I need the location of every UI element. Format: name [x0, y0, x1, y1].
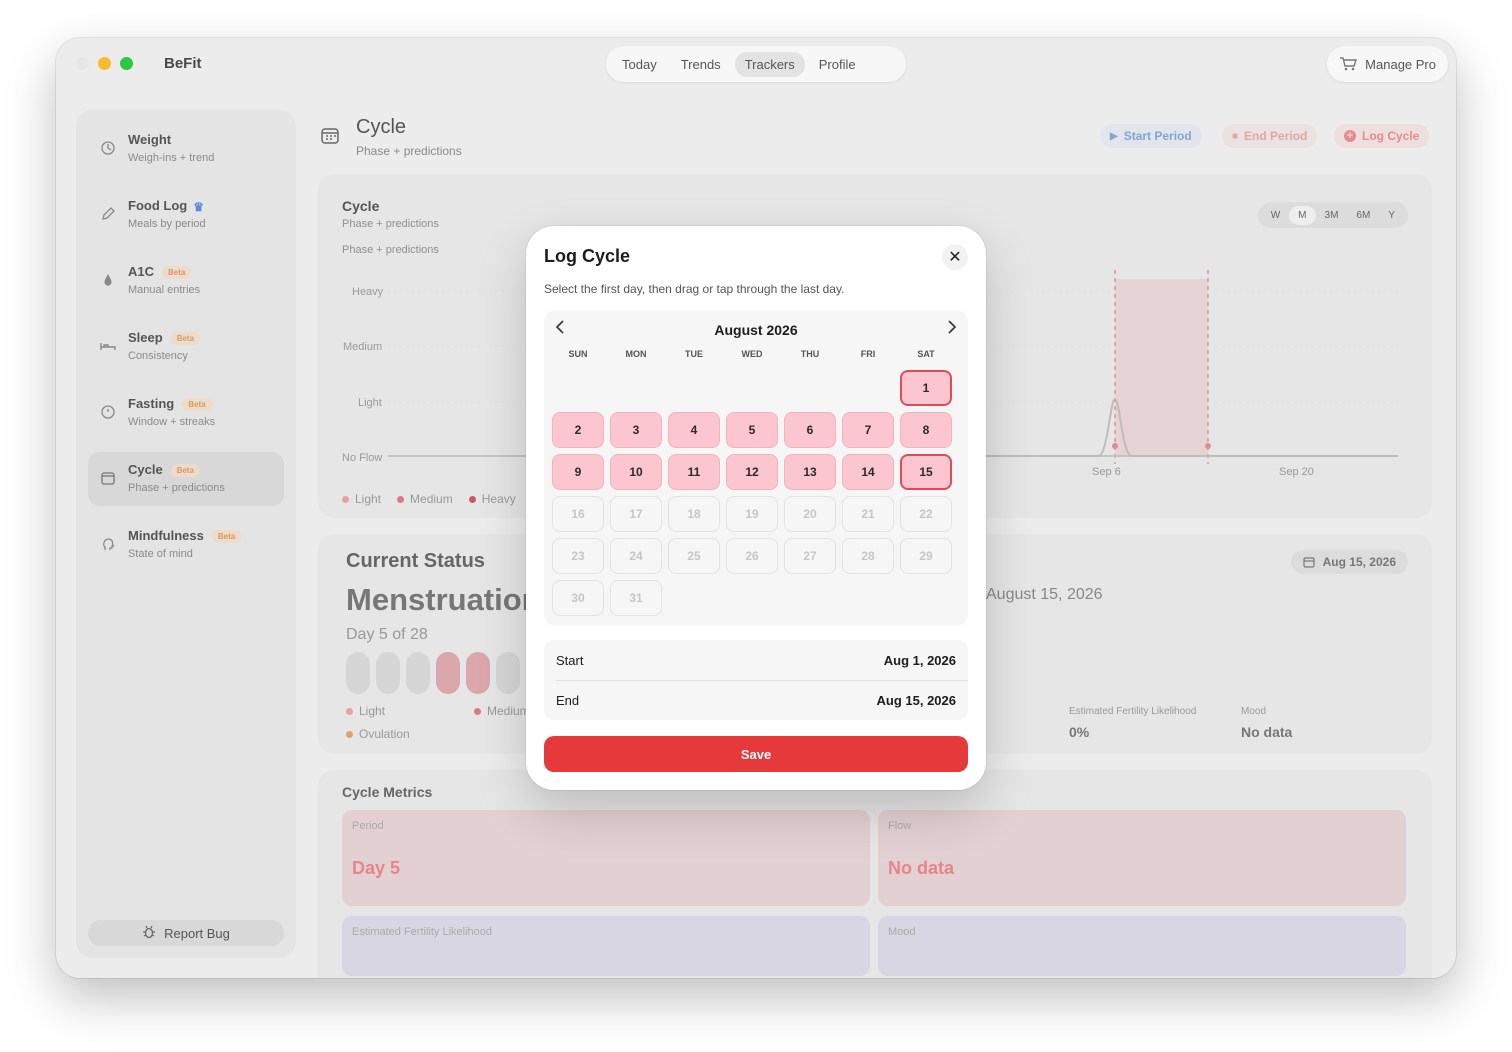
calendar-day[interactable]: 29 [900, 538, 952, 574]
calendar-day[interactable]: 15 [900, 454, 952, 490]
calendar-day[interactable]: 31 [610, 580, 662, 616]
calendar-day[interactable]: 11 [668, 454, 720, 490]
calendar-day[interactable]: 28 [842, 538, 894, 574]
calendar-day[interactable]: 22 [900, 496, 952, 532]
close-dialog-button[interactable]: ✕ [942, 244, 968, 270]
calendar: August 2026 SUN MON TUE WED THU FRI SAT 123456… [544, 310, 968, 626]
selected-range: Start Aug 1, 2026 End Aug 15, 2026 [544, 640, 968, 720]
chevron-right-icon [948, 320, 957, 334]
range-start-value: Aug 1, 2026 [883, 652, 956, 668]
calendar-day[interactable]: 3 [610, 412, 662, 448]
dialog-instructions: Select the first day, then drag or tap t… [544, 282, 845, 296]
weekday-label: MON [625, 349, 647, 359]
range-end-value: Aug 15, 2026 [876, 692, 957, 708]
calendar-day[interactable]: 25 [668, 538, 720, 574]
range-start-row: Start Aug 1, 2026 [556, 640, 956, 680]
calendar-day[interactable]: 20 [784, 496, 836, 532]
calendar-day[interactable]: 14 [842, 454, 894, 490]
close-icon: ✕ [948, 249, 962, 266]
calendar-day[interactable]: 5 [726, 412, 778, 448]
range-end-row: End Aug 15, 2026 [556, 680, 956, 720]
calendar-day[interactable]: 21 [842, 496, 894, 532]
weekday-label: SAT [917, 349, 935, 359]
calendar-day[interactable]: 18 [668, 496, 720, 532]
weekday-label: SUN [568, 349, 588, 359]
calendar-day[interactable]: 19 [726, 496, 778, 532]
calendar-day[interactable]: 8 [900, 412, 952, 448]
next-month-button[interactable] [942, 320, 962, 339]
calendar-day[interactable]: 9 [552, 454, 604, 490]
weekday-label: WED [741, 349, 763, 359]
calendar-day[interactable]: 12 [726, 454, 778, 490]
calendar-day[interactable]: 1 [900, 370, 952, 406]
calendar-day[interactable]: 4 [668, 412, 720, 448]
log-cycle-dialog: Log Cycle ✕ Select the first day, then d… [526, 226, 986, 790]
calendar-day[interactable]: 10 [610, 454, 662, 490]
weekday-label: THU [800, 349, 820, 359]
calendar-day[interactable]: 16 [552, 496, 604, 532]
calendar-day[interactable]: 23 [552, 538, 604, 574]
calendar-day[interactable]: 27 [784, 538, 836, 574]
weekday-label: FRI [860, 349, 876, 359]
range-start-label: Start [556, 652, 584, 668]
calendar-day[interactable]: 24 [610, 538, 662, 574]
weekday-label: TUE [685, 349, 703, 359]
calendar-month: August 2026 [714, 322, 798, 338]
range-end-label: End [556, 692, 580, 708]
calendar-day[interactable]: 30 [552, 580, 604, 616]
calendar-day[interactable]: 26 [726, 538, 778, 574]
dialog-title: Log Cycle [544, 246, 631, 266]
calendar-day[interactable]: 6 [784, 412, 836, 448]
save-button[interactable]: Save [544, 736, 968, 772]
calendar-day[interactable]: 17 [610, 496, 662, 532]
calendar-day[interactable]: 13 [784, 454, 836, 490]
calendar-day[interactable]: 2 [552, 412, 604, 448]
calendar-day[interactable]: 7 [842, 412, 894, 448]
